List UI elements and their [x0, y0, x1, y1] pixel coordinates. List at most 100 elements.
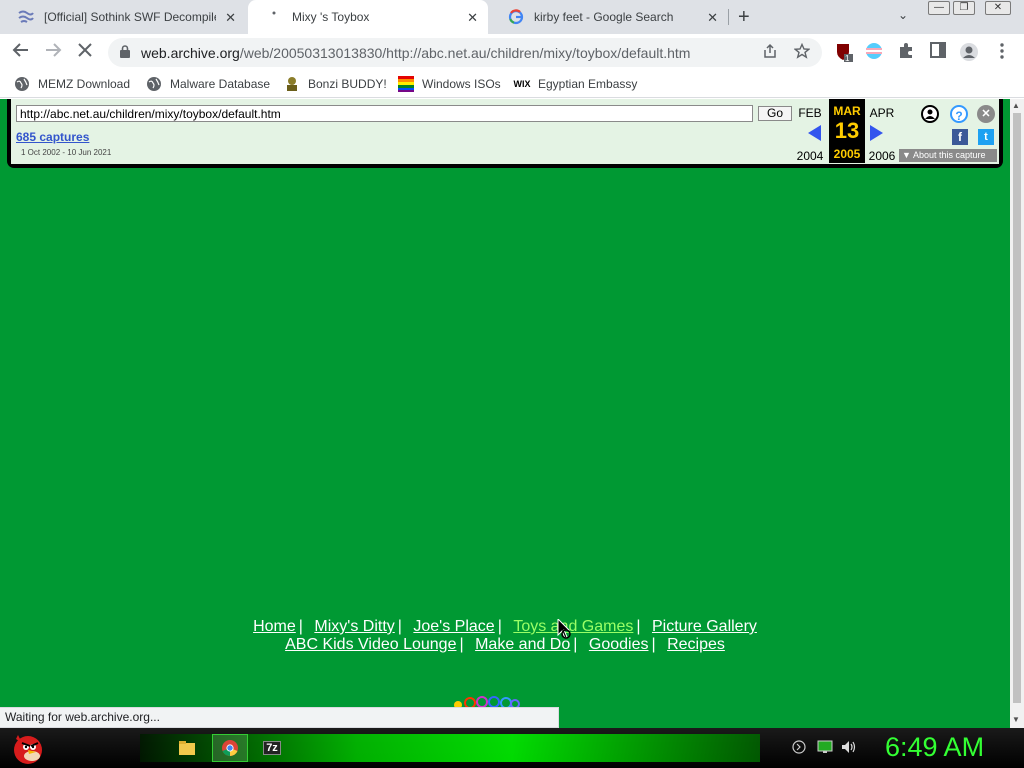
page-content: Go 685 captures 1 Oct 2002 - 10 Jun 2021…	[0, 99, 1010, 728]
status-bubble: Waiting for web.archive.org...	[0, 707, 559, 728]
forward-arrow-icon	[46, 43, 62, 57]
facebook-icon[interactable]: f	[952, 129, 968, 145]
nav-separator: |	[636, 618, 641, 635]
share-icon[interactable]	[762, 43, 778, 63]
side-panel-icon[interactable]	[928, 42, 948, 62]
tab-title: kirby feet - Google Search	[534, 10, 674, 24]
loading-icon	[266, 9, 282, 25]
close-tab-icon[interactable]: ✕	[225, 10, 236, 26]
tab-sothink[interactable]: [Official] Sothink SWF Decompile ✕	[0, 0, 246, 34]
scroll-down-arrow-icon[interactable]: ▼	[1012, 715, 1020, 724]
start-button[interactable]	[8, 729, 46, 767]
wayback-go-button[interactable]: Go	[758, 106, 792, 121]
windows-flag-icon	[398, 76, 414, 92]
tab-title: [Official] Sothink SWF Decompile	[44, 10, 216, 24]
new-tab-button[interactable]: +	[738, 6, 750, 29]
prev-month-label[interactable]: FEB	[792, 106, 828, 120]
bookmark-label: Malware Database	[170, 77, 271, 91]
next-year-label[interactable]: 2006	[864, 149, 900, 163]
current-day: 13	[834, 118, 860, 143]
bookmark-egyptian-embassy[interactable]: WIX Egyptian Embassy	[513, 76, 638, 92]
next-month-label[interactable]: APR	[864, 106, 900, 120]
taskbar-clock[interactable]: 6:49 AM	[885, 732, 984, 763]
chrome-icon	[222, 740, 238, 757]
globe-icon	[146, 76, 162, 92]
url-host: web.archive.org	[141, 45, 240, 61]
help-icon[interactable]: ?	[950, 105, 968, 123]
globe-icon	[14, 76, 30, 92]
bookmark-memz-download[interactable]: MEMZ Download	[14, 76, 130, 92]
wix-icon: WIX	[513, 79, 531, 89]
bookmark-windows-isos[interactable]: Windows ISOs	[398, 76, 501, 92]
minimize-button[interactable]: —	[928, 1, 950, 15]
scrollbar-thumb[interactable]	[1013, 113, 1021, 703]
notification-icon[interactable]	[792, 740, 806, 757]
bookmark-star-icon[interactable]	[793, 42, 811, 63]
menu-kebab-icon[interactable]	[992, 42, 1012, 62]
tab-mixy-toybox[interactable]: Mixy 's Toybox ✕	[248, 0, 488, 34]
url-text: web.archive.org/web/20050313013830/http:…	[141, 45, 690, 61]
close-window-button[interactable]: ✕	[985, 1, 1011, 15]
bookmarks-bar: MEMZ Download Malware Database Bonzi BUD…	[0, 70, 1024, 98]
stop-loading-button[interactable]	[74, 41, 96, 63]
back-arrow-icon	[12, 43, 28, 57]
site-nav-row-1: Home | Mixy's Ditty | Joe's Place | Toys an…	[0, 618, 1010, 636]
nav-link-home[interactable]: Home	[253, 618, 296, 635]
abc-logo-icon	[454, 696, 520, 707]
user-account-icon[interactable]	[921, 105, 939, 123]
scroll-up-arrow-icon[interactable]: ▲	[1012, 101, 1020, 110]
nav-link-mixys-ditty[interactable]: Mixy's Ditty	[314, 618, 394, 635]
next-capture-arrow-icon[interactable]	[870, 125, 883, 141]
nav-link-picture-gallery[interactable]: Picture Gallery	[652, 618, 757, 635]
taskbar-file-explorer[interactable]	[169, 734, 205, 762]
lock-icon	[120, 45, 130, 58]
dropdown-arrow-icon: ▼	[902, 150, 911, 160]
back-button[interactable]	[10, 41, 32, 63]
site-nav-row-2: ABC Kids Video Lounge | Make and Do | Good…	[0, 636, 1010, 654]
taskbar-7zip[interactable]: 7z	[254, 734, 290, 762]
bookmark-label: Egyptian Embassy	[538, 77, 638, 91]
close-tab-icon[interactable]: ✕	[707, 10, 718, 26]
close-wayback-icon[interactable]: ✕	[977, 105, 995, 123]
wayback-url-input[interactable]	[16, 105, 753, 122]
nav-link-recipes[interactable]: Recipes	[667, 636, 725, 653]
bookmark-label: Bonzi BUDDY!	[308, 77, 387, 91]
current-year: 2005	[833, 147, 861, 161]
forward-button[interactable]	[42, 41, 64, 63]
profile-avatar-icon[interactable]	[959, 42, 979, 62]
sothink-icon	[18, 9, 34, 25]
extensions-puzzle-icon[interactable]	[896, 42, 916, 62]
nav-link-goodies[interactable]: Goodies	[589, 636, 649, 653]
close-tab-icon[interactable]: ✕	[467, 10, 478, 26]
wayback-toolbar-bg: Go 685 captures 1 Oct 2002 - 10 Jun 2021…	[11, 99, 999, 164]
nav-link-toys-and-games[interactable]: Toys and Games	[513, 618, 633, 635]
vertical-scrollbar[interactable]: ▲ ▼	[1010, 99, 1024, 728]
twitter-icon[interactable]: t	[978, 129, 994, 145]
about-this-capture-button[interactable]: ▼ About this capture	[899, 149, 997, 162]
nav-separator: |	[651, 636, 656, 653]
volume-icon[interactable]	[841, 740, 857, 757]
maximize-button[interactable]: ❐	[953, 1, 975, 15]
nav-link-joes-place[interactable]: Joe's Place	[413, 618, 494, 635]
nav-separator: |	[298, 618, 303, 635]
tab-strip: [Official] Sothink SWF Decompile ✕ Mixy …	[0, 0, 1024, 34]
captures-link[interactable]: 685 captures	[16, 130, 89, 144]
address-bar[interactable]: web.archive.org/web/20050313013830/http:…	[108, 38, 822, 67]
tab-google-search[interactable]: kirby feet - Google Search ✕	[490, 0, 728, 34]
url-path: /web/20050313013830/http://abc.net.au/ch…	[239, 45, 691, 61]
bookmark-malware-database[interactable]: Malware Database	[146, 76, 270, 92]
bonzi-icon	[284, 76, 300, 92]
prev-capture-arrow-icon[interactable]	[808, 125, 821, 141]
bookmark-bonzi-buddy[interactable]: Bonzi BUDDY!	[284, 76, 387, 92]
taskbar-chrome[interactable]	[212, 734, 248, 762]
bookmark-label: MEMZ Download	[38, 77, 131, 91]
prev-year-label[interactable]: 2004	[792, 149, 828, 163]
tab-search-chevron-icon[interactable]: ⌄	[898, 8, 908, 22]
nav-link-abc-kids-video-lounge[interactable]: ABC Kids Video Lounge	[285, 636, 456, 653]
current-capture-date: MAR 13 2005	[829, 99, 865, 163]
wayback-toolbar: Go 685 captures 1 Oct 2002 - 10 Jun 2021…	[8, 99, 1002, 167]
ublock-extension-icon[interactable]: 1	[834, 42, 854, 63]
nav-separator: |	[573, 636, 578, 653]
trans-flag-extension-icon[interactable]	[864, 42, 884, 62]
network-icon[interactable]	[817, 740, 833, 757]
